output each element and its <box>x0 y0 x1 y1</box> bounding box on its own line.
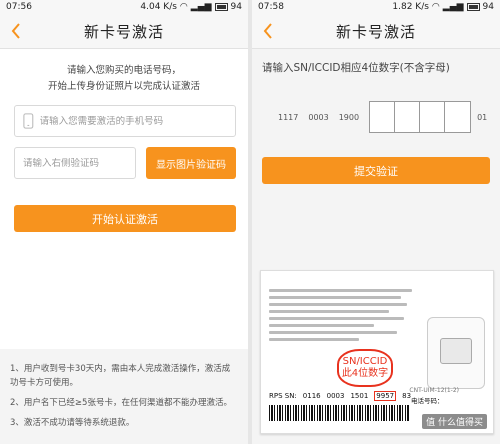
back-arrow-icon <box>263 23 272 39</box>
callout-line-2: 此4位数字 <box>341 368 389 379</box>
card-model: CNT-UIM-12(1-2) <box>409 387 459 394</box>
nav-bar: 新卡号激活 <box>252 14 500 49</box>
card-fine-print <box>269 285 419 345</box>
signal-icon: ▂▄▆ <box>442 2 464 12</box>
sn-entry-row: 1117 0003 1900 01 <box>278 101 487 133</box>
intro-text: 请输入您购买的电话号码， 开始上传身份证照片以完成认证激活 <box>0 63 248 95</box>
wifi-icon: ◠ <box>179 2 188 12</box>
barcode <box>269 405 409 421</box>
nav-bar: 新卡号激活 <box>0 14 248 49</box>
battery-level: 94 <box>230 2 242 12</box>
phone-field[interactable] <box>14 105 236 137</box>
network-speed: 1.82 K/s <box>392 2 429 12</box>
network-speed: 4.04 K/s <box>140 2 177 12</box>
page-title: 新卡号激活 <box>335 22 416 41</box>
notes-list: 1、用户收到号卡30天内，需由本人完成激活操作，激活成功号卡方可使用。 2、用户… <box>10 362 238 436</box>
card-sn-tail: 83 <box>402 392 412 400</box>
sn-digit-input-2[interactable] <box>395 102 421 132</box>
submit-verify-button[interactable]: 提交验证 <box>262 157 490 184</box>
phone-input[interactable] <box>39 115 235 127</box>
sim-chip <box>440 338 472 364</box>
sn-digit-input-3[interactable] <box>420 102 446 132</box>
right-screen: 07:58 1.82 K/s ◠ ▂▄▆ 94 新卡号激活 请输入SN/ICCI… <box>252 0 500 444</box>
sn-suffix: 01 <box>477 112 488 122</box>
note-item: 3、激活不成功请等待系统退款。 <box>10 418 135 428</box>
note-item: 2、用户名下已经≥5张号卡，在任何渠道都不能办理激活。 <box>10 398 232 408</box>
battery-icon <box>214 3 228 11</box>
intro-line-2: 开始上传身份证照片以完成认证激活 <box>47 81 200 92</box>
sim-card-photo: CNT-UIM-12(1-2) SN/ICCID 此4位数字 RPS SN: 0… <box>260 270 494 434</box>
rps-label: RPS SN: <box>269 392 297 400</box>
battery-level: 94 <box>482 2 494 12</box>
status-right: 4.04 K/s ◠ ▂▄▆ 94 <box>140 2 242 12</box>
card-sn-group: 0003 <box>326 392 345 400</box>
intro-line-1: 请输入您购买的电话号码， <box>66 65 181 76</box>
verify-code-input[interactable] <box>23 157 135 169</box>
sn-callout: SN/ICCID 此4位数字 <box>337 349 393 387</box>
sim-card-cutout <box>427 317 485 389</box>
back-arrow-icon <box>11 23 20 39</box>
card-sn-highlight: 9957 <box>374 391 397 401</box>
card-sn-line: RPS SN: 0116 0003 1501 9957 83 <box>269 391 411 401</box>
battery-icon <box>466 3 480 11</box>
status-time: 07:56 <box>6 2 32 12</box>
callout-line-1: SN/ICCID <box>342 356 388 367</box>
sn-prefix-2: 0003 <box>308 112 329 122</box>
card-sn-group: 1501 <box>350 392 369 400</box>
sn-digit-input-4[interactable] <box>445 102 471 132</box>
back-button[interactable] <box>258 21 278 41</box>
wifi-icon: ◠ <box>431 2 440 12</box>
left-screen: 07:56 4.04 K/s ◠ ▂▄▆ 94 新卡号激活 请输入您购买的电话号… <box>0 0 248 444</box>
page-title: 新卡号激活 <box>83 22 164 41</box>
back-button[interactable] <box>6 21 26 41</box>
card-phone-label: 电话号码： <box>411 397 444 405</box>
status-bar: 07:56 4.04 K/s ◠ ▂▄▆ 94 <box>0 0 248 14</box>
sn-digit-boxes <box>369 101 472 133</box>
watermark: 值 什么值得买 <box>422 414 487 429</box>
activation-form: 请输入您购买的电话号码， 开始上传身份证照片以完成认证激活 显示图片验证码 开始… <box>0 49 248 349</box>
show-captcha-button[interactable]: 显示图片验证码 <box>146 147 236 179</box>
status-bar: 07:58 1.82 K/s ◠ ▂▄▆ 94 <box>252 0 500 14</box>
phone-icon <box>23 113 34 129</box>
sn-prefix-1: 1117 <box>278 112 299 122</box>
sn-prompt: 请输入SN/ICCID相应4位数字(不含字母) <box>262 62 450 74</box>
note-item: 1、用户收到号卡30天内，需由本人完成激活操作，激活成功号卡方可使用。 <box>10 364 231 388</box>
sn-digit-input-1[interactable] <box>370 102 396 132</box>
card-sn-group: 0116 <box>302 392 321 400</box>
sn-prefix-3: 1900 <box>338 112 360 122</box>
status-right: 1.82 K/s ◠ ▂▄▆ 94 <box>392 2 494 12</box>
start-activation-button[interactable]: 开始认证激活 <box>14 205 236 232</box>
status-time: 07:58 <box>258 2 284 12</box>
signal-icon: ▂▄▆ <box>190 2 212 12</box>
verify-code-field[interactable] <box>14 147 136 179</box>
